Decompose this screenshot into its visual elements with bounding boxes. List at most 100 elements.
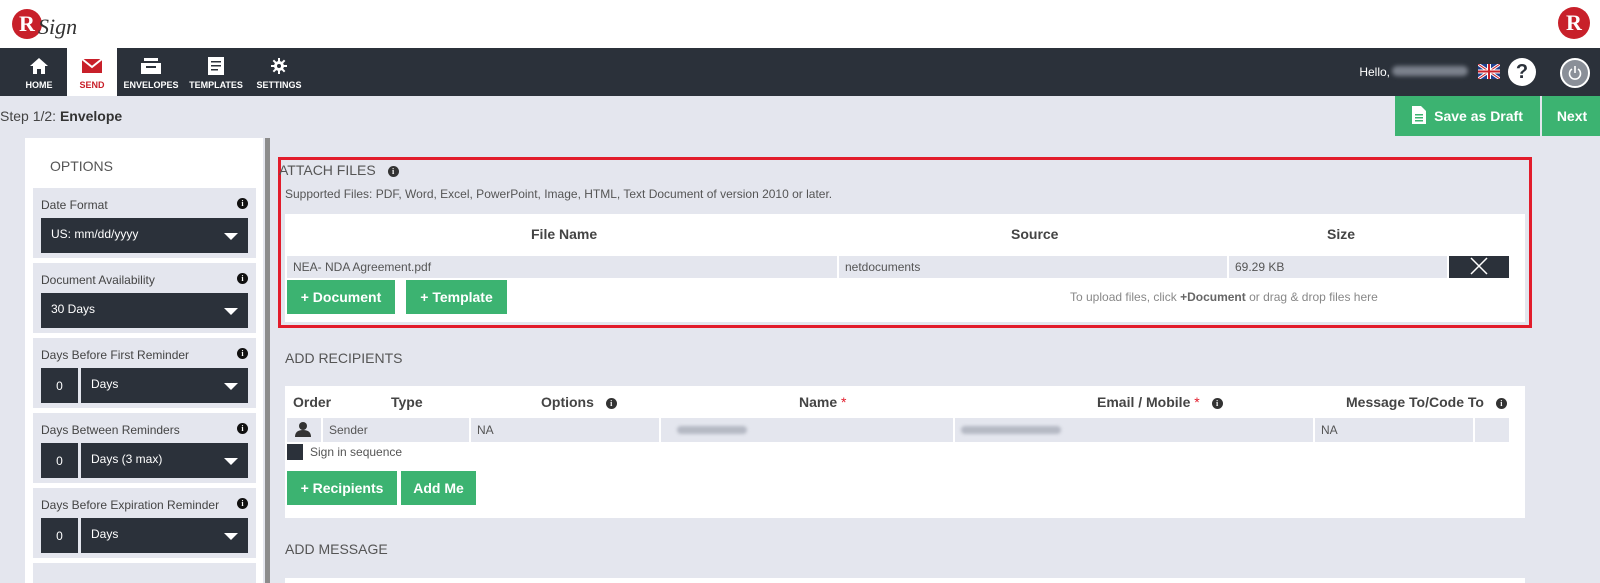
nav-send[interactable]: SEND bbox=[67, 48, 117, 96]
recipients-panel: Order Type Options i Name * Email / Mobi… bbox=[285, 386, 1525, 518]
info-icon[interactable]: i bbox=[605, 397, 617, 409]
document-icon bbox=[1412, 105, 1427, 127]
between-reminders-unit-select[interactable]: Days (3 max) bbox=[81, 443, 248, 478]
email-header: Email / Mobile * i bbox=[1097, 394, 1223, 410]
step-title: Step 1/2: Envelope bbox=[0, 108, 123, 124]
nav-send-label: SEND bbox=[79, 80, 105, 90]
sign-in-sequence-label: Sign in sequence bbox=[310, 445, 403, 459]
recipient-name-cell[interactable] bbox=[661, 418, 953, 442]
between-reminders-option: Days Between Reminders i 0 Days (3 max) bbox=[33, 413, 256, 483]
recipient-action-cell[interactable] bbox=[1475, 418, 1509, 442]
greeting: Hello, bbox=[1359, 65, 1390, 79]
first-reminder-option: Days Before First Reminder i 0 Days bbox=[33, 338, 256, 408]
options-sidebar: OPTIONS Date Format i US: mm/dd/yyyy Doc… bbox=[25, 138, 263, 583]
add-template-button[interactable]: + Template bbox=[406, 280, 507, 314]
recipient-type-cell: Sender bbox=[323, 418, 469, 442]
nav-settings-label: SETTINGS bbox=[256, 80, 302, 90]
scrollbar[interactable] bbox=[265, 138, 270, 583]
attach-files-title: ATTACH FILES i bbox=[279, 162, 399, 178]
document-availability-option: Document Availability i 30 Days bbox=[33, 263, 256, 333]
info-icon[interactable]: i bbox=[237, 273, 248, 284]
recipient-message-cell: NA bbox=[1315, 418, 1473, 442]
close-icon bbox=[1470, 256, 1488, 278]
chevron-down-icon bbox=[224, 308, 238, 315]
first-reminder-unit-select[interactable]: Days bbox=[81, 368, 248, 403]
type-header: Type bbox=[391, 394, 423, 410]
company-logo: R bbox=[1558, 7, 1590, 39]
rsign-logo[interactable]: R Sign bbox=[12, 6, 77, 42]
date-format-select[interactable]: US: mm/dd/yyyy bbox=[41, 218, 248, 253]
next-button[interactable]: Next bbox=[1542, 96, 1600, 136]
files-panel: File Name Source Size NEA- NDA Agreement… bbox=[285, 214, 1525, 322]
more-option bbox=[33, 563, 256, 583]
save-as-draft-button[interactable]: Save as Draft bbox=[1395, 96, 1540, 136]
main-nav: HOME SEND ENVELOPES TEMPLATES SETTINGS H… bbox=[0, 48, 1600, 96]
help-icon[interactable]: ? bbox=[1508, 58, 1536, 86]
document-availability-select[interactable]: 30 Days bbox=[41, 293, 248, 328]
recipient-email-cell[interactable] bbox=[955, 418, 1313, 442]
add-recipients-title: ADD RECIPIENTS bbox=[285, 350, 403, 366]
gear-icon bbox=[271, 55, 287, 77]
save-as-draft-label: Save as Draft bbox=[1434, 108, 1523, 124]
info-icon[interactable]: i bbox=[237, 348, 248, 359]
home-icon bbox=[30, 55, 48, 77]
info-icon[interactable]: i bbox=[237, 423, 248, 434]
info-icon[interactable]: i bbox=[237, 498, 248, 509]
logo-wordmark: Sign bbox=[38, 14, 78, 39]
redacted-email bbox=[961, 426, 1061, 434]
redacted-name bbox=[677, 426, 747, 434]
chevron-down-icon bbox=[224, 383, 238, 390]
envelope-icon bbox=[82, 55, 102, 77]
message-panel bbox=[285, 578, 1525, 583]
add-document-button[interactable]: + Document bbox=[287, 280, 395, 314]
chevron-down-icon bbox=[224, 533, 238, 540]
chevron-down-icon bbox=[224, 233, 238, 240]
expiration-reminder-days-input[interactable]: 0 bbox=[41, 518, 78, 553]
info-icon[interactable]: i bbox=[1495, 397, 1507, 409]
nav-home-label: HOME bbox=[25, 80, 53, 90]
file-size-cell: 69.29 KB bbox=[1229, 256, 1447, 278]
nav-templates[interactable]: TEMPLATES bbox=[188, 48, 244, 96]
add-message-title: ADD MESSAGE bbox=[285, 541, 388, 557]
info-icon[interactable]: i bbox=[1211, 397, 1223, 409]
expiration-reminder-option: Days Before Expiration Reminder i 0 Days bbox=[33, 488, 256, 558]
message-header: Message To/Code To i bbox=[1346, 394, 1507, 410]
first-reminder-days-input[interactable]: 0 bbox=[41, 368, 78, 403]
user-name-redacted bbox=[1392, 66, 1468, 76]
name-header: Name * bbox=[799, 394, 847, 410]
file-name-cell: NEA- NDA Agreement.pdf bbox=[287, 256, 837, 278]
nav-envelopes[interactable]: ENVELOPES bbox=[122, 48, 180, 96]
inbox-icon bbox=[141, 55, 161, 77]
info-icon[interactable]: i bbox=[237, 198, 248, 209]
template-icon bbox=[208, 55, 224, 77]
nav-templates-label: TEMPLATES bbox=[189, 80, 243, 90]
step-name: Envelope bbox=[59, 108, 123, 124]
recipient-options-cell: NA bbox=[471, 418, 659, 442]
info-icon[interactable]: i bbox=[387, 165, 399, 177]
source-header: Source bbox=[1011, 226, 1059, 242]
add-recipients-button[interactable]: + Recipients bbox=[287, 471, 397, 505]
sender-avatar bbox=[287, 418, 321, 442]
top-bar: R Sign R bbox=[0, 0, 1600, 48]
chevron-down-icon bbox=[224, 458, 238, 465]
nav-home[interactable]: HOME bbox=[14, 48, 64, 96]
options-header: Options i bbox=[541, 394, 617, 410]
between-reminders-days-input[interactable]: 0 bbox=[41, 443, 78, 478]
file-source-cell: netdocuments bbox=[839, 256, 1227, 278]
sign-in-sequence-checkbox[interactable] bbox=[287, 444, 303, 460]
upload-hint: To upload files, click +Document or drag… bbox=[1070, 290, 1378, 304]
date-format-option: Date Format i US: mm/dd/yyyy bbox=[33, 188, 256, 258]
order-header: Order bbox=[293, 394, 332, 410]
expiration-reminder-unit-select[interactable]: Days bbox=[81, 518, 248, 553]
supported-files-text: Supported Files: PDF, Word, Excel, Power… bbox=[285, 187, 833, 201]
user-icon bbox=[295, 422, 311, 440]
power-icon[interactable] bbox=[1560, 58, 1590, 88]
nav-settings[interactable]: SETTINGS bbox=[254, 48, 304, 96]
nav-envelopes-label: ENVELOPES bbox=[123, 80, 179, 90]
uk-flag-icon[interactable] bbox=[1477, 62, 1501, 81]
add-me-button[interactable]: Add Me bbox=[401, 471, 476, 505]
options-title: OPTIONS bbox=[50, 158, 114, 174]
file-name-header: File Name bbox=[531, 226, 598, 242]
step-bar: Step 1/2: Envelope Save as Draft Next bbox=[0, 96, 1600, 136]
remove-file-button[interactable] bbox=[1449, 256, 1509, 278]
